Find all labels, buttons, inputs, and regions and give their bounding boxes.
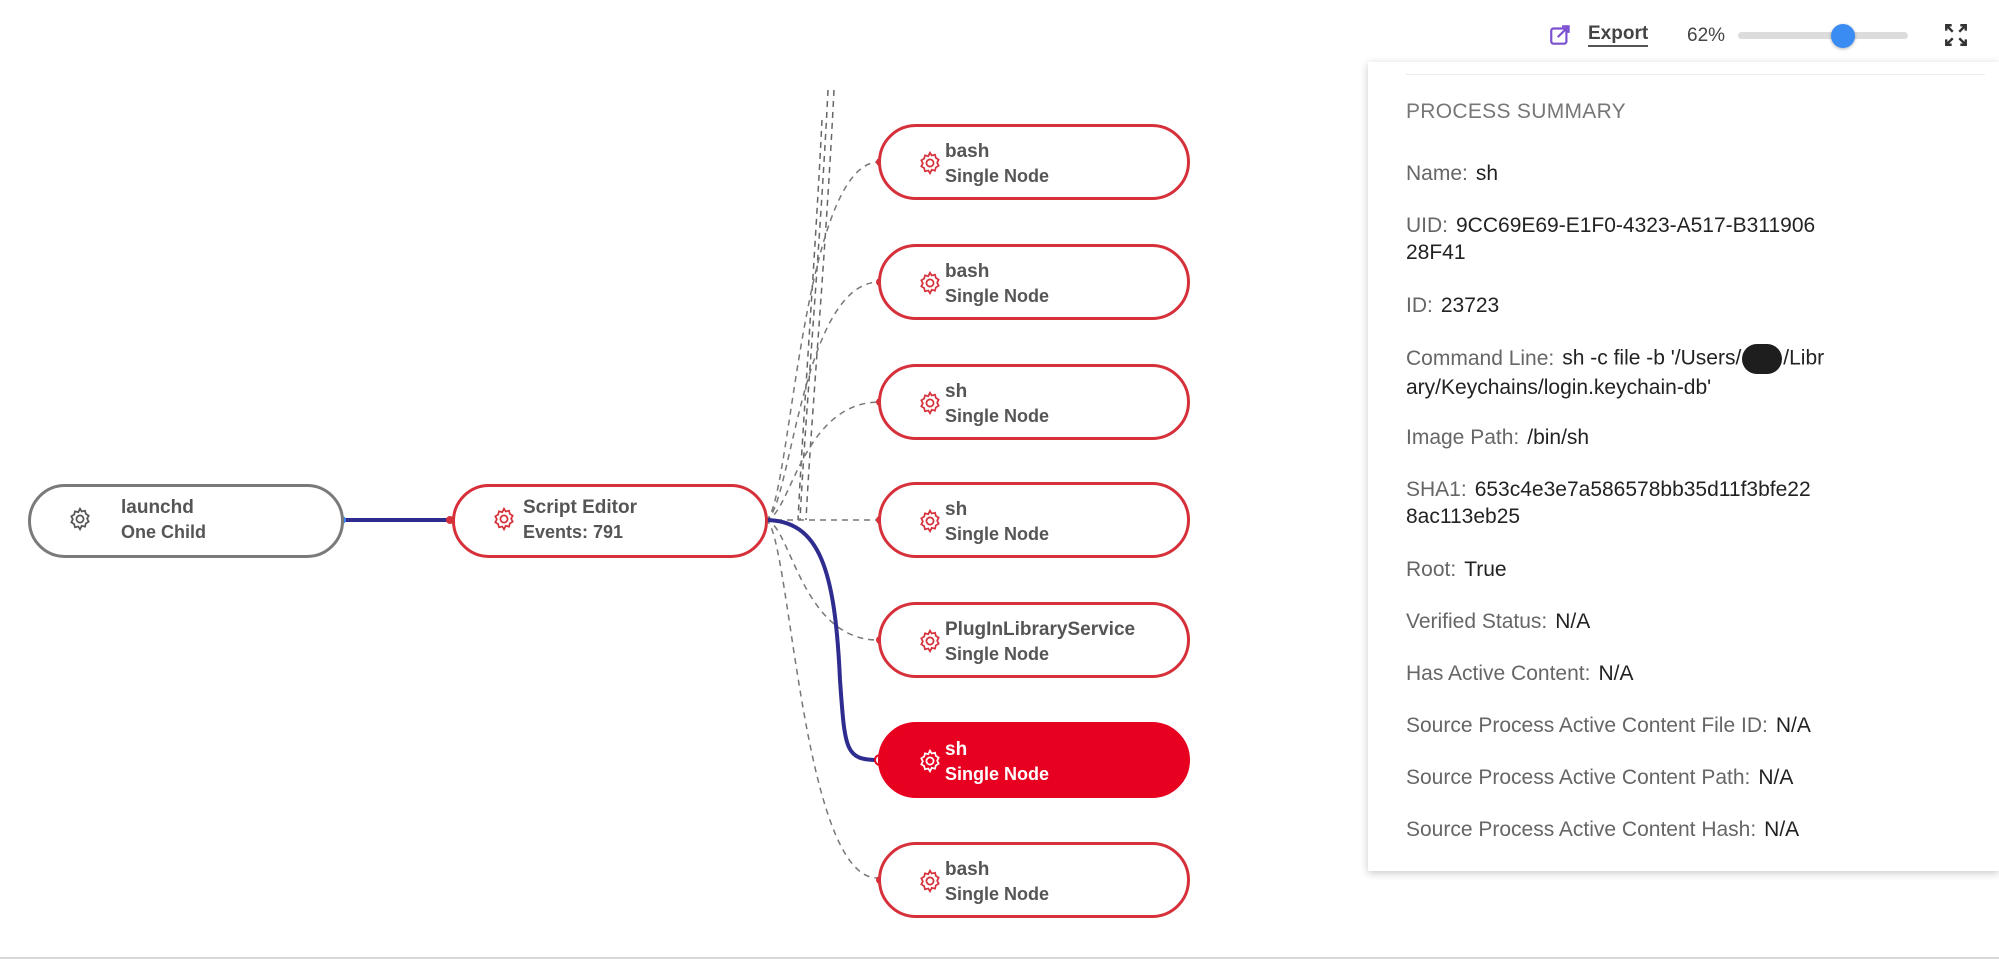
- field-verified-status: Verified Status: N/A: [1406, 608, 1886, 635]
- field-label: Command Line:: [1406, 346, 1555, 370]
- node-child-pluginlibraryservice[interactable]: PlugInLibraryService Single Node: [878, 602, 1190, 678]
- redaction-mark: [1742, 344, 1783, 374]
- field-value: 23723: [1440, 294, 1500, 317]
- gear-icon: [920, 508, 940, 534]
- node-sub: Events: 791: [523, 522, 624, 542]
- node-sub: Single Node: [945, 524, 1050, 544]
- field-label: Source Process Active Content File ID:: [1406, 714, 1768, 737]
- field-value: N/A: [1555, 610, 1591, 633]
- node-name: bash: [945, 261, 990, 282]
- node-name: Script Editor: [523, 497, 638, 518]
- field-image-path: Image Path: /bin/sh: [1406, 424, 1886, 451]
- zoom-slider[interactable]: [1738, 24, 1908, 48]
- export-icon[interactable]: [1548, 22, 1574, 48]
- field-has-active-content: Has Active Content: N/A: [1406, 660, 1886, 687]
- panel-title: PROCESS SUMMARY: [1406, 100, 1626, 123]
- process-summary-panel: PROCESS SUMMARY Name: sh UID: 9CC69E69-E1F…: [1368, 62, 1999, 871]
- export-button[interactable]: Export: [1588, 23, 1649, 47]
- field-value: 9CC69E69-E1F0-4323-A517-B311906: [1456, 214, 1816, 237]
- field-value: N/A: [1598, 662, 1634, 685]
- guide-lines: [797, 89, 835, 521]
- node-name: sh: [945, 739, 968, 760]
- field-label: Name:: [1406, 162, 1468, 185]
- gear-icon: [920, 270, 940, 296]
- field-source-file-id: Source Process Active Content File ID: N/…: [1406, 712, 1886, 739]
- zoom-level: 62%: [1687, 25, 1726, 46]
- field-source-path: Source Process Active Content Path: N/A: [1406, 764, 1886, 791]
- node-sub: One Child: [121, 522, 206, 542]
- node-child-sh-selected[interactable]: sh Single Node: [878, 722, 1190, 798]
- field-label: Root:: [1406, 558, 1457, 581]
- node-sub: Single Node: [945, 406, 1050, 426]
- node-sub: Single Node: [945, 764, 1050, 784]
- field-label: Verified Status:: [1406, 610, 1548, 633]
- gear-icon: [920, 390, 940, 416]
- node-name: bash: [945, 141, 990, 162]
- field-value: N/A: [1764, 818, 1800, 841]
- node-sub: Single Node: [945, 644, 1050, 664]
- edge-active: [764, 518, 879, 762]
- field-value: N/A: [1775, 714, 1811, 737]
- node-name: sh: [945, 499, 968, 520]
- field-value: /Libr: [1783, 346, 1825, 370]
- field-label: Image Path:: [1406, 426, 1520, 449]
- field-uid: UID: 9CC69E69-E1F0-4323-A517-B311906 28F4…: [1406, 212, 1886, 266]
- node-child-bash[interactable]: bash Single Node: [878, 124, 1190, 200]
- field-value: ary/Keychains/login.keychain-db': [1406, 376, 1712, 399]
- node-sub: Single Node: [945, 884, 1050, 904]
- gear-icon: [920, 628, 940, 654]
- field-label: Has Active Content:: [1406, 662, 1591, 685]
- node-script-editor[interactable]: Script Editor Events: 791: [452, 484, 768, 558]
- field-value: N/A: [1758, 766, 1794, 789]
- gear-icon: [920, 150, 940, 176]
- field-root: Root: True: [1406, 556, 1886, 583]
- node-name: sh: [945, 381, 968, 402]
- gear-icon: [70, 506, 90, 532]
- field-value: 28F41: [1406, 241, 1466, 264]
- field-value: sh: [1475, 162, 1499, 185]
- field-value: 8ac113eb25: [1406, 505, 1521, 528]
- field-sha1: SHA1: 653c4e3e7a586578bb35d11f3bfe22 8ac1…: [1406, 476, 1886, 530]
- field-value: /bin/sh: [1527, 426, 1590, 449]
- field-source-hash: Source Process Active Content Hash: N/A: [1406, 816, 1886, 843]
- graph-toolbar: Export 62%: [1548, 18, 1988, 54]
- node-name: bash: [945, 859, 990, 880]
- field-label: SHA1:: [1406, 478, 1467, 501]
- field-label: Source Process Active Content Hash:: [1406, 818, 1757, 841]
- node-child-sh[interactable]: sh Single Node: [878, 482, 1190, 558]
- field-id: ID: 23723: [1406, 292, 1886, 319]
- node-sub: Single Node: [945, 166, 1050, 186]
- field-command-line: Command Line: sh -c file -b '/Users/ /Libr…: [1406, 344, 1886, 401]
- gear-icon: [494, 506, 514, 532]
- field-name: Name: sh: [1406, 160, 1886, 187]
- divider: [1406, 74, 1985, 75]
- node-child-bash[interactable]: bash Single Node: [878, 244, 1190, 320]
- field-value: 653c4e3e7a586578bb35d11f3bfe22: [1474, 478, 1811, 501]
- zoom-slider-handle[interactable]: [1831, 24, 1856, 48]
- field-value: True: [1464, 558, 1507, 581]
- field-label: UID:: [1406, 214, 1448, 237]
- field-label: Source Process Active Content Path:: [1406, 766, 1751, 789]
- field-label: ID:: [1406, 294, 1433, 317]
- field-value: sh -c file -b '/Users/: [1562, 346, 1742, 370]
- fullscreen-icon[interactable]: [1943, 22, 1969, 48]
- node-child-sh[interactable]: sh Single Node: [878, 364, 1190, 440]
- node-child-bash[interactable]: bash Single Node: [878, 842, 1190, 918]
- gear-icon: [920, 868, 940, 894]
- node-name: launchd: [121, 497, 194, 518]
- gear-icon: [920, 748, 940, 774]
- node-sub: Single Node: [945, 286, 1050, 306]
- node-name: PlugInLibraryService: [945, 619, 1136, 640]
- node-launchd[interactable]: launchd One Child: [28, 484, 344, 558]
